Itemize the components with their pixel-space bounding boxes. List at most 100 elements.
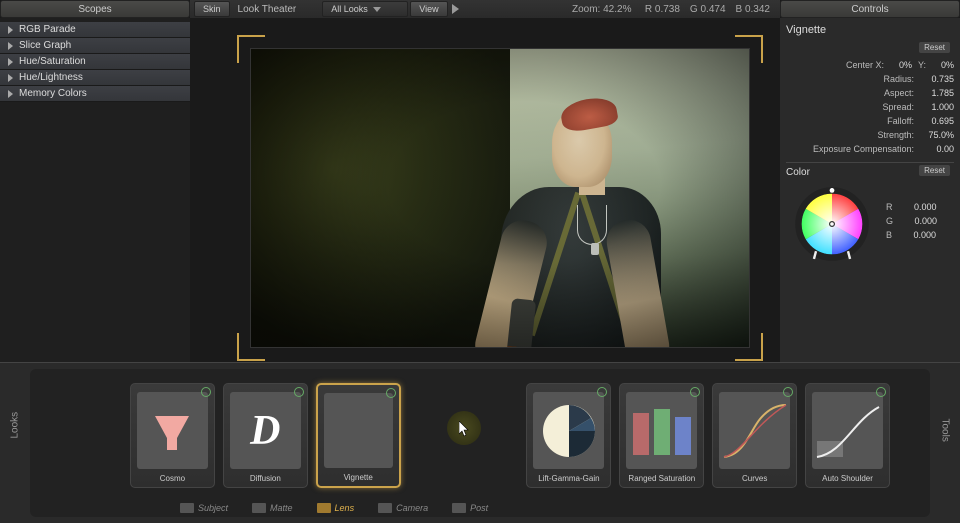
skin-button[interactable]: Skin xyxy=(194,1,230,17)
spread-value[interactable]: 1.000 xyxy=(920,100,954,114)
aspect-value[interactable]: 1.785 xyxy=(920,86,954,100)
center-x-value[interactable]: 0% xyxy=(890,58,912,72)
color-g-label: G xyxy=(886,214,893,228)
viewer[interactable] xyxy=(190,18,780,362)
scope-item-rgb-parade[interactable]: RGB Parade xyxy=(0,22,190,38)
controls-panel-header: Controls xyxy=(780,0,960,18)
color-r-value[interactable]: 0.000 xyxy=(903,200,937,214)
tool-card-cosmo[interactable]: Cosmo xyxy=(130,383,215,488)
exposure-comp-value[interactable]: 0.00 xyxy=(920,142,954,156)
readout-b: B 0.342 xyxy=(736,4,770,15)
tool-card-curves[interactable]: Curves xyxy=(712,383,797,488)
category-icon xyxy=(180,503,194,513)
scope-item-slice-graph[interactable]: Slice Graph xyxy=(0,38,190,54)
exposure-comp-label: Exposure Compensation: xyxy=(813,142,914,156)
view-button[interactable]: View xyxy=(410,1,447,17)
center-y-value[interactable]: 0% xyxy=(932,58,954,72)
category-camera[interactable]: Camera xyxy=(378,503,428,513)
tools-tab[interactable]: Tools xyxy=(940,419,951,439)
color-wheel[interactable] xyxy=(792,184,872,264)
zoom-label: Zoom: xyxy=(572,4,600,15)
scope-item-hue-saturation[interactable]: Hue/Saturation xyxy=(0,54,190,70)
category-lens[interactable]: Lens xyxy=(317,503,355,513)
falloff-label: Falloff: xyxy=(887,114,914,128)
color-r-label: R xyxy=(886,200,893,214)
readout-g: G 0.474 xyxy=(690,4,726,15)
radius-label: Radius: xyxy=(883,72,914,86)
color-g-value[interactable]: 0.000 xyxy=(903,214,937,228)
chevron-down-icon xyxy=(373,7,381,12)
category-post[interactable]: Post xyxy=(452,503,488,513)
play-icon[interactable] xyxy=(452,4,459,14)
crop-corner-icon[interactable] xyxy=(237,35,265,63)
preview-image xyxy=(251,49,749,347)
tool-card-ranged-saturation[interactable]: Ranged Saturation xyxy=(619,383,704,488)
category-icon xyxy=(452,503,466,513)
tool-card-label: Lift-Gamma-Gain xyxy=(527,471,610,487)
center-x-label: Center X: xyxy=(846,58,884,72)
color-b-label: B xyxy=(886,228,892,242)
tool-thumb xyxy=(533,392,604,469)
category-matte[interactable]: Matte xyxy=(252,503,293,513)
tool-card-label: Diffusion xyxy=(224,471,307,487)
power-icon[interactable] xyxy=(386,388,396,398)
power-icon[interactable] xyxy=(294,387,304,397)
scope-item-hue-lightness[interactable]: Hue/Lightness xyxy=(0,70,190,86)
color-b-value[interactable]: 0.000 xyxy=(902,228,936,242)
disclosure-arrow-icon xyxy=(8,58,13,66)
power-icon[interactable] xyxy=(783,387,793,397)
category-icon xyxy=(378,503,392,513)
category-label: Post xyxy=(470,503,488,513)
category-label: Matte xyxy=(270,503,293,513)
power-icon[interactable] xyxy=(201,387,211,397)
scope-item-memory-colors[interactable]: Memory Colors xyxy=(0,86,190,102)
controls-panel: Vignette Reset Center X: 0% Y: 0% Radius… xyxy=(780,18,960,362)
looks-tab[interactable]: Looks xyxy=(10,419,21,439)
tool-thumb xyxy=(137,392,208,469)
disclosure-arrow-icon xyxy=(8,42,13,50)
strength-label: Strength: xyxy=(877,128,914,142)
crop-corner-icon[interactable] xyxy=(237,333,265,361)
scope-item-label: Hue/Saturation xyxy=(19,56,86,67)
color-readout: R 0.738 G 0.474 B 0.342 xyxy=(645,4,770,15)
category-label: Lens xyxy=(335,503,355,513)
dock-gap xyxy=(409,383,519,473)
scope-item-label: Hue/Lightness xyxy=(19,72,83,83)
readout-r: R 0.738 xyxy=(645,4,680,15)
tool-card-diffusion[interactable]: D Diffusion xyxy=(223,383,308,488)
tool-card-label: Auto Shoulder xyxy=(806,471,889,487)
aspect-label: Aspect: xyxy=(884,86,914,100)
tool-card-auto-shoulder[interactable]: Auto Shoulder xyxy=(805,383,890,488)
crop-corner-icon[interactable] xyxy=(735,35,763,63)
cursor-icon xyxy=(459,421,471,437)
spread-label: Spread: xyxy=(882,100,914,114)
reset-button[interactable]: Reset xyxy=(919,42,950,53)
disclosure-arrow-icon xyxy=(8,26,13,34)
scope-item-label: Slice Graph xyxy=(19,40,71,51)
tool-card-label: Curves xyxy=(713,471,796,487)
tool-card-label: Ranged Saturation xyxy=(620,471,703,487)
look-theater-label: Look Theater xyxy=(230,4,305,15)
category-subject[interactable]: Subject xyxy=(180,503,228,513)
tool-card-lift-gamma-gain[interactable]: Lift-Gamma-Gain xyxy=(526,383,611,488)
tool-thumb xyxy=(812,392,883,469)
category-label: Subject xyxy=(198,503,228,513)
disclosure-arrow-icon xyxy=(8,90,13,98)
control-title: Vignette xyxy=(786,24,954,36)
strength-value[interactable]: 75.0% xyxy=(920,128,954,142)
scope-item-label: Memory Colors xyxy=(19,88,87,99)
crop-corner-icon[interactable] xyxy=(735,333,763,361)
tool-card-vignette[interactable]: Vignette xyxy=(316,383,401,488)
viewer-frame xyxy=(250,48,750,348)
power-icon[interactable] xyxy=(690,387,700,397)
all-looks-dropdown[interactable]: All Looks xyxy=(322,1,408,17)
power-icon[interactable] xyxy=(597,387,607,397)
category-icon xyxy=(252,503,266,513)
radius-value[interactable]: 0.735 xyxy=(920,72,954,86)
tool-card-label: Vignette xyxy=(318,470,399,486)
color-reset-button[interactable]: Reset xyxy=(919,165,950,176)
power-icon[interactable] xyxy=(876,387,886,397)
category-tabs: Subject Matte Lens Camera Post xyxy=(180,503,488,513)
falloff-value[interactable]: 0.695 xyxy=(920,114,954,128)
zoom-readout: Zoom: 42.2% xyxy=(572,4,631,15)
